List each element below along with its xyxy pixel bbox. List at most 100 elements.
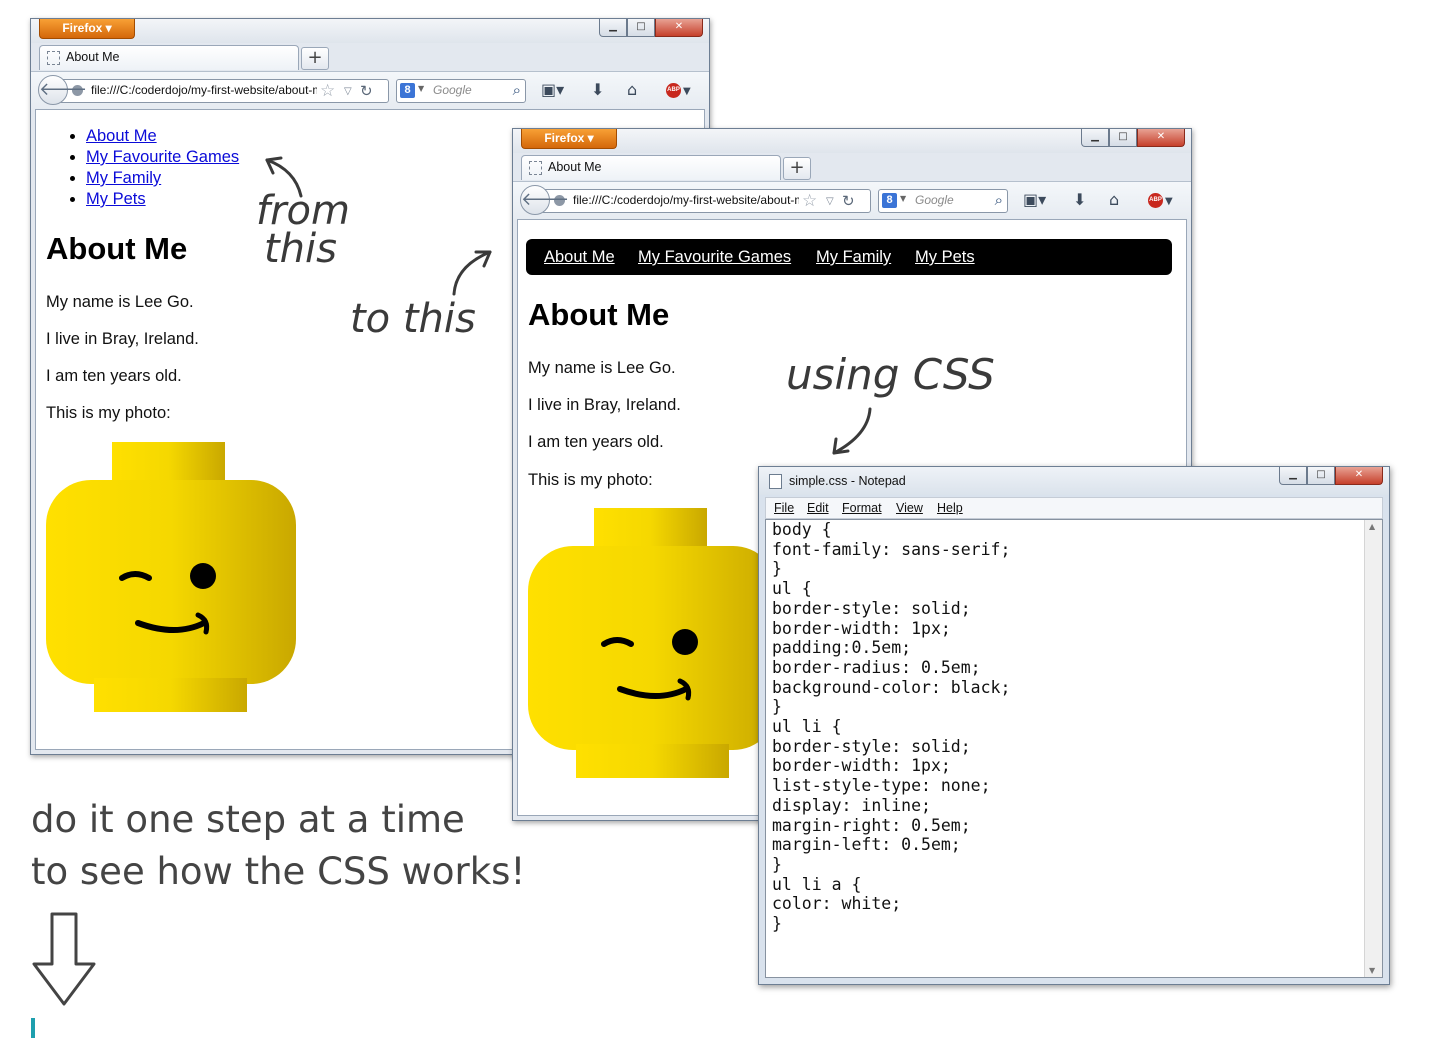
engine-dropdown-icon[interactable]: ▼ (900, 194, 906, 203)
adblock-icon[interactable]: ABP (666, 83, 681, 98)
tab-about-me[interactable]: About Me (39, 45, 299, 70)
tab-title: About Me (66, 50, 120, 64)
paragraph: My name is Lee Go. (528, 359, 676, 377)
paragraph: This is my photo: (46, 404, 171, 422)
maximize-button[interactable]: □ (1307, 467, 1335, 485)
search-bar[interactable]: 8 ▼ Google ⌕ (878, 189, 1008, 213)
accent-mark (31, 1018, 35, 1038)
menu-view[interactable]: View (896, 501, 923, 515)
engine-dropdown-icon[interactable]: ▼ (418, 84, 424, 93)
maximize-button[interactable]: □ (627, 19, 655, 37)
window-controls: ▁ □ ✕ (1279, 467, 1383, 485)
annotation-to-this: to this (350, 296, 476, 342)
menu-bar: File Edit Format View Help (765, 497, 1383, 519)
window-controls: ▁ □ ✕ (599, 19, 703, 37)
minimize-button[interactable]: ▁ (1081, 129, 1109, 147)
tab-about-me[interactable]: About Me (521, 155, 781, 180)
bookmark-star-icon[interactable]: ☆ (802, 190, 817, 212)
download-icon[interactable]: ⬇ (591, 80, 604, 100)
tab-title: About Me (548, 160, 602, 174)
nav-link-family[interactable]: My Family (816, 248, 891, 267)
page-icon (529, 161, 542, 175)
arrow-to-notepad (832, 407, 872, 455)
nav-link-about-me[interactable]: About Me (544, 248, 615, 267)
reload-icon[interactable]: ↻ (360, 80, 373, 102)
adblock-dropdown-icon[interactable]: ▼ (1165, 192, 1173, 212)
text-area[interactable]: body { font-family: sans-serif; } ul { b… (765, 519, 1383, 978)
nav-item: My Family (86, 168, 239, 189)
window-controls: ▁ □ ✕ (1081, 129, 1185, 147)
paragraph: I am ten years old. (46, 367, 182, 385)
paragraph: I live in Bray, Ireland. (46, 330, 199, 348)
minimize-button[interactable]: ▁ (1279, 467, 1307, 485)
navigation-toolbar: file:///C:/coderdojo/my-first-website/ab… (31, 71, 709, 110)
window-title: simple.css - Notepad (789, 474, 906, 488)
reload-icon[interactable]: ↻ (842, 190, 855, 212)
scroll-down-icon[interactable]: ▼ (1369, 966, 1375, 975)
url-bar[interactable]: file:///C:/coderdojo/my-first-website/ab… (543, 189, 871, 213)
caption-line-2: to see how the CSS works! (31, 850, 526, 893)
menu-edit[interactable]: Edit (807, 501, 829, 515)
new-tab-button[interactable]: + (783, 157, 811, 180)
search-placeholder: Google (915, 193, 954, 207)
vertical-scrollbar[interactable]: ▲ ▼ (1364, 520, 1382, 977)
menu-file[interactable]: File (774, 501, 794, 515)
maximize-button[interactable]: □ (1109, 129, 1137, 147)
paragraph: My name is Lee Go. (46, 293, 194, 311)
nav-link-pets[interactable]: My Pets (915, 248, 975, 267)
menu-format[interactable]: Format (842, 501, 882, 515)
adblock-dropdown-icon[interactable]: ▼ (683, 82, 691, 102)
navigation-toolbar: file:///C:/coderdojo/my-first-website/ab… (513, 181, 1191, 220)
title-bar: simple.css - Notepad ▁ □ ✕ (759, 467, 1389, 495)
home-icon[interactable]: ⌂ (1109, 190, 1119, 210)
back-button[interactable]: 🡐 (38, 75, 87, 105)
minimize-button[interactable]: ▁ (599, 19, 627, 37)
firefox-menu-button[interactable]: Firefox ▾ (39, 19, 135, 39)
annotation-this: this (264, 226, 337, 272)
close-button[interactable]: ✕ (655, 19, 703, 37)
bookmarks-icon[interactable]: ▣▾ (1023, 190, 1046, 210)
close-button[interactable]: ✕ (1137, 129, 1185, 147)
nav-link-favourite-games[interactable]: My Favourite Games (638, 248, 791, 267)
home-icon[interactable]: ⌂ (627, 80, 637, 100)
download-icon[interactable]: ⬇ (1073, 190, 1086, 210)
tab-strip: About Me + (31, 43, 709, 71)
new-tab-button[interactable]: + (301, 47, 329, 70)
css-code[interactable]: body { font-family: sans-serif; } ul { b… (772, 520, 1010, 934)
nav-item: My Pets (86, 189, 239, 210)
styled-nav-bar: About Me My Favourite Games My Family My… (526, 239, 1172, 275)
search-placeholder: Google (433, 83, 472, 97)
back-button[interactable]: 🡐 (520, 185, 569, 215)
close-button[interactable]: ✕ (1335, 467, 1383, 485)
title-bar: Firefox ▾ ▁ □ ✕ (513, 129, 1191, 153)
nav-link-family[interactable]: My Family (86, 169, 161, 187)
nav-item: My Favourite Games (86, 147, 239, 168)
history-dropdown-icon[interactable]: ▽ (344, 81, 352, 103)
arrow-to-nav-list (265, 156, 303, 198)
adblock-icon[interactable]: ABP (1148, 193, 1163, 208)
paragraph: I am ten years old. (528, 433, 664, 451)
magnifier-icon[interactable]: ⌕ (995, 190, 1003, 211)
magnifier-icon[interactable]: ⌕ (513, 80, 521, 101)
bookmark-star-icon[interactable]: ☆ (320, 80, 335, 102)
annotation-using-css: using CSS (786, 350, 995, 399)
scroll-up-icon[interactable]: ▲ (1369, 522, 1375, 531)
nav-link-about-me[interactable]: About Me (86, 127, 157, 145)
tab-strip: About Me + (513, 153, 1191, 181)
menu-help[interactable]: Help (937, 501, 963, 515)
bookmarks-icon[interactable]: ▣▾ (541, 80, 564, 100)
nav-link-pets[interactable]: My Pets (86, 190, 146, 208)
paragraph: I live in Bray, Ireland. (528, 396, 681, 414)
nav-list: About Me My Favourite Games My Family My… (86, 126, 239, 210)
firefox-menu-button[interactable]: Firefox ▾ (521, 129, 617, 149)
url-bar[interactable]: file:///C:/coderdojo/my-first-website/ab… (61, 79, 389, 103)
search-bar[interactable]: 8 ▼ Google ⌕ (396, 79, 526, 103)
page-heading: About Me (528, 297, 670, 332)
nav-link-favourite-games[interactable]: My Favourite Games (86, 148, 239, 166)
url-text: file:///C:/coderdojo/my-first-website/ab… (573, 193, 799, 207)
arrow-to-styled-window (452, 250, 492, 296)
notepad-window: simple.css - Notepad ▁ □ ✕ File Edit For… (758, 466, 1390, 985)
caption-line-1: do it one step at a time (31, 798, 465, 841)
history-dropdown-icon[interactable]: ▽ (826, 191, 834, 213)
google-icon: 8 (882, 193, 897, 208)
